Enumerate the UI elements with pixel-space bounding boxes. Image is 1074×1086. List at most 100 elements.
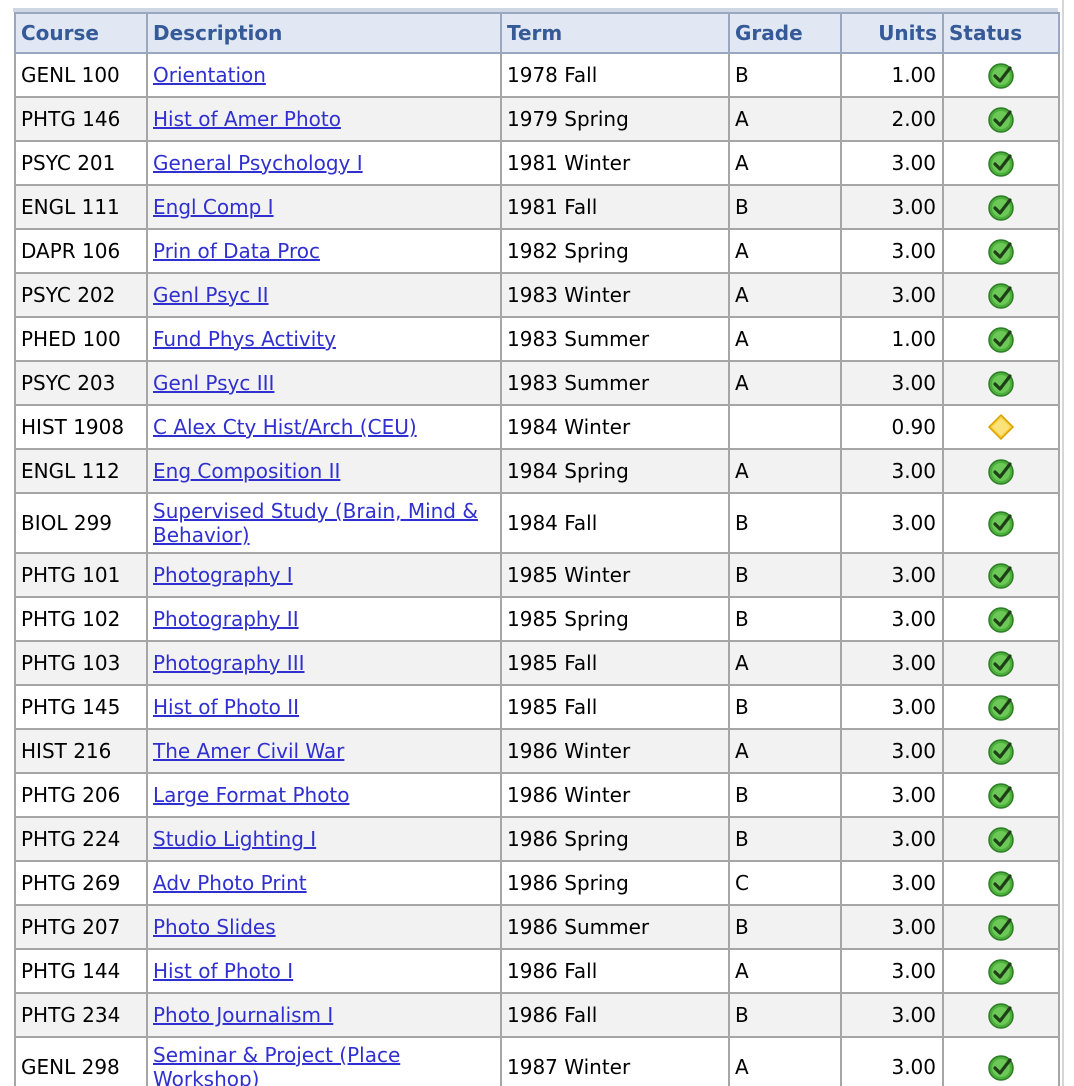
course-link[interactable]: The Amer Civil War (153, 739, 344, 763)
units-cell: 0.90 (840, 404, 944, 450)
description-cell: Hist of Photo II (146, 684, 502, 730)
column-header-units[interactable]: Units (840, 12, 944, 54)
table-row: ENGL 112 Eng Composition II 1984 Spring A 3.… (14, 448, 1060, 494)
course-link[interactable]: Genl Psyc II (153, 283, 269, 307)
course-code: ENGL 112 (14, 448, 148, 494)
units-cell: 3.00 (840, 904, 944, 950)
units-cell: 3.00 (840, 184, 944, 230)
course-table: Course Description Term Grade Units Stat… (14, 12, 1060, 1086)
course-code: PHTG 269 (14, 860, 148, 906)
status-cell (942, 596, 1060, 642)
course-link[interactable]: Hist of Photo II (153, 695, 299, 719)
course-code: GENL 100 (14, 52, 148, 98)
course-link[interactable]: C Alex Cty Hist/Arch (CEU) (153, 415, 417, 439)
description-cell: C Alex Cty Hist/Arch (CEU) (146, 404, 502, 450)
table-row: PHTG 206 Large Format Photo 1986 Winter B 3.… (14, 772, 1060, 818)
course-link[interactable]: Photography I (153, 563, 293, 587)
course-code: PHTG 206 (14, 772, 148, 818)
check-icon (986, 736, 1016, 766)
grade-cell: A (728, 948, 842, 994)
description-cell: Photography III (146, 640, 502, 686)
status-cell (942, 272, 1060, 318)
header-row: Course Description Term Grade Units Stat… (14, 12, 1060, 54)
units-cell: 3.00 (840, 860, 944, 906)
grade-cell: B (728, 772, 842, 818)
term-cell: 1985 Winter (500, 552, 730, 598)
description-cell: Eng Composition II (146, 448, 502, 494)
course-code: PSYC 202 (14, 272, 148, 318)
column-header-grade[interactable]: Grade (728, 12, 842, 54)
column-header-description[interactable]: Description (146, 12, 502, 54)
status-cell (942, 404, 1060, 450)
grade-cell: A (728, 96, 842, 142)
grade-cell: B (728, 552, 842, 598)
table-row: PHTG 207 Photo Slides 1986 Summer B 3.00 (14, 904, 1060, 950)
status-cell (942, 552, 1060, 598)
status-cell (942, 948, 1060, 994)
units-cell: 3.00 (840, 728, 944, 774)
column-header-course[interactable]: Course (14, 12, 148, 54)
course-link[interactable]: General Psychology I (153, 151, 363, 175)
course-code: PHTG 145 (14, 684, 148, 730)
course-code: PHTG 234 (14, 992, 148, 1038)
course-link[interactable]: Photo Journalism I (153, 1003, 333, 1027)
term-cell: 1984 Winter (500, 404, 730, 450)
course-link[interactable]: Studio Lighting I (153, 827, 316, 851)
course-link[interactable]: Supervised Study (Brain, Mind & Behavior… (153, 499, 478, 547)
course-code: PHTG 101 (14, 552, 148, 598)
description-cell: The Amer Civil War (146, 728, 502, 774)
grade-cell: A (728, 728, 842, 774)
course-code: PHTG 102 (14, 596, 148, 642)
description-cell: Photography II (146, 596, 502, 642)
description-cell: Seminar & Project (Place Workshop) (146, 1036, 502, 1086)
grade-cell: B (728, 52, 842, 98)
check-icon (986, 560, 1016, 590)
units-cell: 3.00 (840, 492, 944, 554)
check-icon (986, 280, 1016, 310)
course-link[interactable]: Orientation (153, 63, 266, 87)
description-cell: Engl Comp I (146, 184, 502, 230)
course-link[interactable]: Photography III (153, 651, 304, 675)
course-link[interactable]: Eng Composition II (153, 459, 340, 483)
status-cell (942, 184, 1060, 230)
check-icon (986, 648, 1016, 678)
grade-cell: A (728, 360, 842, 406)
term-cell: 1982 Spring (500, 228, 730, 274)
status-cell (942, 992, 1060, 1038)
column-header-term[interactable]: Term (500, 12, 730, 54)
course-link[interactable]: Hist of Amer Photo (153, 107, 341, 131)
course-link[interactable]: Hist of Photo I (153, 959, 293, 983)
status-cell (942, 96, 1060, 142)
course-link[interactable]: Photography II (153, 607, 299, 631)
description-cell: Genl Psyc III (146, 360, 502, 406)
table-row: PHTG 144 Hist of Photo I 1986 Fall A 3.00 (14, 948, 1060, 994)
units-cell: 3.00 (840, 360, 944, 406)
status-cell (942, 860, 1060, 906)
table-row: PSYC 201 General Psychology I 1981 Winter A… (14, 140, 1060, 186)
course-link[interactable]: Fund Phys Activity (153, 327, 336, 351)
grade-cell (728, 404, 842, 450)
description-cell: Fund Phys Activity (146, 316, 502, 362)
column-header-status[interactable]: Status (942, 12, 1060, 54)
course-link[interactable]: Large Format Photo (153, 783, 350, 807)
course-code: GENL 298 (14, 1036, 148, 1086)
course-link[interactable]: Adv Photo Print (153, 871, 307, 895)
course-link[interactable]: Genl Psyc III (153, 371, 274, 395)
term-cell: 1985 Fall (500, 640, 730, 686)
grade-cell: A (728, 316, 842, 362)
term-cell: 1986 Spring (500, 860, 730, 906)
course-code: PSYC 203 (14, 360, 148, 406)
table-row: PHTG 101 Photography I 1985 Winter B 3.00 (14, 552, 1060, 598)
units-cell: 3.00 (840, 596, 944, 642)
term-cell: 1987 Winter (500, 1036, 730, 1086)
course-link[interactable]: Engl Comp I (153, 195, 274, 219)
description-cell: Genl Psyc II (146, 272, 502, 318)
check-icon (986, 1000, 1016, 1030)
course-code: ENGL 111 (14, 184, 148, 230)
check-icon (986, 508, 1016, 538)
check-icon (986, 868, 1016, 898)
course-link[interactable]: Prin of Data Proc (153, 239, 320, 263)
course-link[interactable]: Photo Slides (153, 915, 276, 939)
course-link[interactable]: Seminar & Project (Place Workshop) (153, 1043, 400, 1086)
table-row: ENGL 111 Engl Comp I 1981 Fall B 3.00 (14, 184, 1060, 230)
